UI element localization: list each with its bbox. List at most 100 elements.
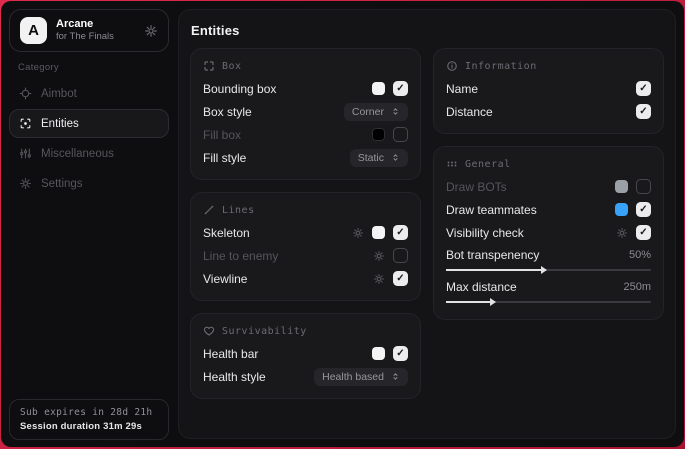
subscription-info-card: Sub expires in 28d 21h Session duration … xyxy=(9,399,169,440)
general-card: General Draw BOTs Draw teammates xyxy=(433,146,664,320)
grid-dots-icon xyxy=(446,158,458,170)
info-icon xyxy=(446,60,458,72)
color-swatch[interactable] xyxy=(372,347,385,360)
sidebar-item-label: Aimbot xyxy=(41,88,77,100)
draw-bots-checkbox[interactable] xyxy=(636,179,651,194)
bot-transparency-slider[interactable] xyxy=(446,269,651,271)
category-label: Category xyxy=(18,62,177,73)
viewline-checkbox[interactable] xyxy=(393,271,408,286)
gear-icon[interactable] xyxy=(373,273,385,285)
slider-fill xyxy=(446,301,491,303)
bounding-box-checkbox[interactable] xyxy=(393,81,408,96)
left-column: Box Bounding box Box style Corner xyxy=(190,48,421,399)
gear-icon[interactable] xyxy=(144,24,158,38)
lines-card: Lines Skeleton Line to enemy xyxy=(190,192,421,301)
visibility-check-checkbox[interactable] xyxy=(636,225,651,240)
color-swatch[interactable] xyxy=(372,128,385,141)
setting-label: Distance xyxy=(446,105,493,119)
app-window: A Arcane for The Finals Category xyxy=(1,1,684,447)
sidebar-item-label: Entities xyxy=(41,118,79,130)
sidebar-item-aimbot[interactable]: Aimbot xyxy=(9,79,169,108)
setting-label: Name xyxy=(446,82,478,96)
setting-row-viewline: Viewline xyxy=(203,267,408,290)
line-to-enemy-checkbox[interactable] xyxy=(393,248,408,263)
setting-row-bounding-box: Bounding box xyxy=(203,77,408,100)
setting-row-box-style: Box style Corner xyxy=(203,100,408,123)
health-style-select[interactable]: Health based xyxy=(314,368,408,386)
setting-row-fill-style: Fill style Static xyxy=(203,146,408,169)
gear-icon[interactable] xyxy=(373,250,385,262)
app-title: Arcane xyxy=(56,18,114,31)
app-meta: Arcane for The Finals xyxy=(56,18,114,43)
setting-label: Skeleton xyxy=(203,226,250,240)
right-column: Information Name Distance xyxy=(433,48,664,399)
health-bar-checkbox[interactable] xyxy=(393,346,408,361)
page-title: Entities xyxy=(191,23,664,38)
heart-icon xyxy=(203,325,215,337)
color-swatch[interactable] xyxy=(615,203,628,216)
color-swatch[interactable] xyxy=(372,226,385,239)
setting-row-health-style: Health style Health based xyxy=(203,365,408,388)
fill-style-select[interactable]: Static xyxy=(350,149,408,167)
gear-icon[interactable] xyxy=(352,227,364,239)
setting-label: Viewline xyxy=(203,272,247,286)
skeleton-checkbox[interactable] xyxy=(393,225,408,240)
setting-label: Draw BOTs xyxy=(446,180,507,194)
information-card: Information Name Distance xyxy=(433,48,664,134)
setting-label: Bounding box xyxy=(203,82,276,96)
setting-row-fill-box: Fill box xyxy=(203,123,408,146)
setting-row-distance: Distance xyxy=(446,100,651,123)
select-value: Static xyxy=(358,152,384,164)
entities-icon xyxy=(19,117,32,130)
sidebar-item-label: Miscellaneous xyxy=(41,148,114,160)
box-style-select[interactable]: Corner xyxy=(344,103,408,121)
sidebar: A Arcane for The Finals Category xyxy=(1,1,177,447)
setting-row-name: Name xyxy=(446,77,651,100)
gear-icon[interactable] xyxy=(616,227,628,239)
setting-label: Bot transpenency xyxy=(446,248,539,262)
section-title: Box xyxy=(222,61,242,72)
setting-row-health-bar: Health bar xyxy=(203,342,408,365)
setting-row-skeleton: Skeleton xyxy=(203,221,408,244)
unfold-icon xyxy=(391,153,400,162)
setting-label: Fill style xyxy=(203,151,246,165)
slider-value: 250m xyxy=(623,281,651,293)
unfold-icon xyxy=(391,372,400,381)
crosshair-icon xyxy=(19,87,32,100)
sidebar-item-label: Settings xyxy=(41,178,83,190)
setting-label: Line to enemy xyxy=(203,249,278,263)
fill-box-checkbox[interactable] xyxy=(393,127,408,142)
session-duration-text: Session duration 31m 29s xyxy=(20,421,158,432)
distance-checkbox[interactable] xyxy=(636,104,651,119)
sidebar-nav: Aimbot Entities Miscella xyxy=(1,79,177,198)
color-swatch[interactable] xyxy=(372,82,385,95)
name-checkbox[interactable] xyxy=(636,81,651,96)
sidebar-item-settings[interactable]: Settings xyxy=(9,169,169,198)
slider-value: 50% xyxy=(629,249,651,261)
section-title: Lines xyxy=(222,205,255,216)
unfold-icon xyxy=(391,107,400,116)
sub-expiry-text: Sub expires in 28d 21h xyxy=(20,407,158,418)
app-header-card: A Arcane for The Finals xyxy=(9,9,169,52)
setting-label: Max distance xyxy=(446,280,517,294)
gear-icon xyxy=(19,177,32,190)
setting-label: Box style xyxy=(203,105,252,119)
max-distance-slider-block: Max distance 250m xyxy=(446,277,651,303)
setting-label: Draw teammates xyxy=(446,203,537,217)
app-logo: A xyxy=(20,17,47,44)
color-swatch[interactable] xyxy=(615,180,628,193)
setting-label: Fill box xyxy=(203,128,241,142)
sliders-icon xyxy=(19,147,32,160)
bot-transparency-slider-block: Bot transpenency 50% xyxy=(446,245,651,271)
section-title: General xyxy=(465,159,511,170)
draw-teammates-checkbox[interactable] xyxy=(636,202,651,217)
setting-row-draw-bots: Draw BOTs xyxy=(446,175,651,198)
max-distance-slider[interactable] xyxy=(446,301,651,303)
sidebar-item-miscellaneous[interactable]: Miscellaneous xyxy=(9,139,169,168)
select-value: Corner xyxy=(352,106,384,118)
sidebar-item-entities[interactable]: Entities xyxy=(9,109,169,138)
box-corners-icon xyxy=(203,60,215,72)
section-title: Information xyxy=(465,61,537,72)
slider-fill xyxy=(446,269,542,271)
setting-row-draw-teammates: Draw teammates xyxy=(446,198,651,221)
